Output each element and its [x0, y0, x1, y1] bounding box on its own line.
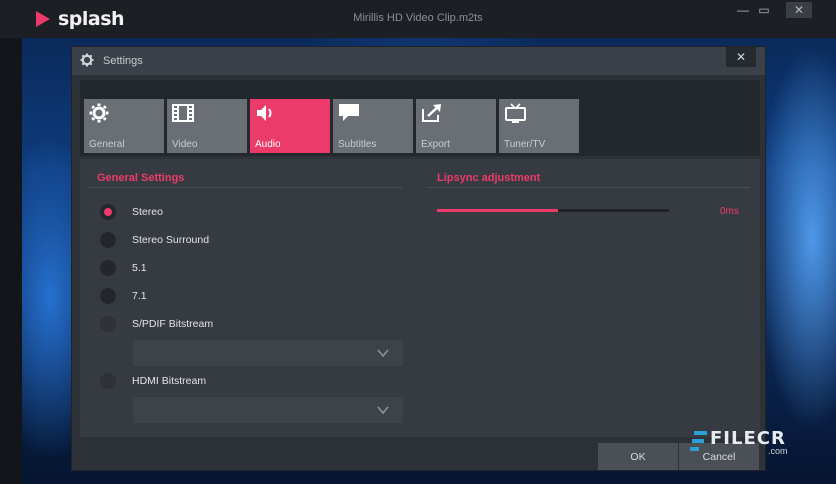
export-icon	[422, 104, 441, 122]
radio-label: 7.1	[132, 290, 147, 302]
general-settings-title: General Settings	[97, 172, 185, 184]
radio-spdif-bitstream[interactable]: S/PDIF Bitstream	[100, 315, 213, 333]
lipsync-title: Lipsync adjustment	[437, 172, 541, 184]
left-edge	[0, 38, 22, 484]
tab-audio[interactable]: Audio	[250, 99, 330, 153]
audio-settings-panel: General Settings Stereo Stereo Surround …	[80, 159, 760, 437]
filecr-watermark: FILECR .com	[690, 426, 800, 458]
chevron-down-icon	[377, 349, 389, 358]
radio-label: 5.1	[132, 262, 147, 274]
radio-label: HDMI Bitstream	[132, 375, 207, 387]
document-title: Mirillis HD Video Clip.m2ts	[353, 12, 483, 24]
settings-dialog: Settings ✕ General Video Audio Subtitles…	[71, 46, 766, 471]
radio-button[interactable]	[100, 316, 116, 332]
slider-fill	[437, 209, 558, 212]
radio-7-1[interactable]: 7.1	[100, 287, 147, 305]
window-close-button[interactable]: ✕	[786, 2, 812, 18]
speaker-icon	[257, 105, 272, 121]
tab-export[interactable]: Export	[416, 99, 496, 153]
film-icon	[172, 104, 194, 122]
chevron-down-icon	[377, 406, 389, 415]
maximize-button[interactable]: ▭	[756, 2, 772, 18]
section-divider	[87, 187, 402, 188]
lipsync-slider[interactable]	[437, 209, 669, 212]
tab-tuner-tv[interactable]: Tuner/TV	[499, 99, 579, 153]
tab-subtitles[interactable]: Subtitles	[333, 99, 413, 153]
radio-hdmi-bitstream[interactable]: HDMI Bitstream	[100, 372, 206, 390]
tab-general[interactable]: General	[84, 99, 164, 153]
tab-label: Audio	[255, 139, 281, 150]
watermark-subtext: .com	[768, 446, 788, 456]
radio-button[interactable]	[100, 373, 116, 389]
tab-video[interactable]: Video	[167, 99, 247, 153]
radio-button[interactable]	[100, 288, 116, 304]
hdmi-dropdown[interactable]	[133, 397, 403, 423]
dialog-header: Settings ✕	[72, 47, 765, 75]
watermark-logo-icon	[690, 431, 707, 451]
lipsync-value: 0ms	[720, 206, 739, 217]
tv-icon	[505, 103, 526, 123]
app-titlebar: splash Mirillis HD Video Clip.m2ts — ▭ ✕	[0, 0, 836, 38]
radio-label: Stereo	[132, 206, 163, 218]
speech-bubble-icon	[339, 104, 359, 121]
radio-button[interactable]	[100, 204, 116, 220]
settings-tabs: General Video Audio Subtitles Export Tun…	[80, 80, 760, 156]
minimize-button[interactable]: —	[733, 2, 753, 18]
tab-label: Export	[421, 139, 450, 150]
section-divider	[427, 187, 750, 188]
dialog-title: Settings	[103, 55, 143, 67]
radio-button[interactable]	[100, 260, 116, 276]
gear-icon	[89, 103, 109, 123]
tab-label: Video	[172, 139, 198, 150]
radio-stereo-surround[interactable]: Stereo Surround	[100, 231, 209, 249]
tab-label: Subtitles	[338, 139, 377, 150]
radio-label: Stereo Surround	[132, 234, 210, 246]
settings-gear-icon	[80, 53, 94, 67]
spdif-dropdown[interactable]	[133, 340, 403, 366]
radio-stereo[interactable]: Stereo	[100, 203, 163, 221]
tab-label: Tuner/TV	[504, 139, 546, 150]
radio-5-1[interactable]: 5.1	[100, 259, 147, 277]
ok-button[interactable]: OK	[598, 443, 678, 470]
radio-button[interactable]	[100, 232, 116, 248]
tab-label: General	[89, 139, 125, 150]
dialog-close-button[interactable]: ✕	[726, 47, 756, 67]
radio-label: S/PDIF Bitstream	[132, 318, 214, 330]
